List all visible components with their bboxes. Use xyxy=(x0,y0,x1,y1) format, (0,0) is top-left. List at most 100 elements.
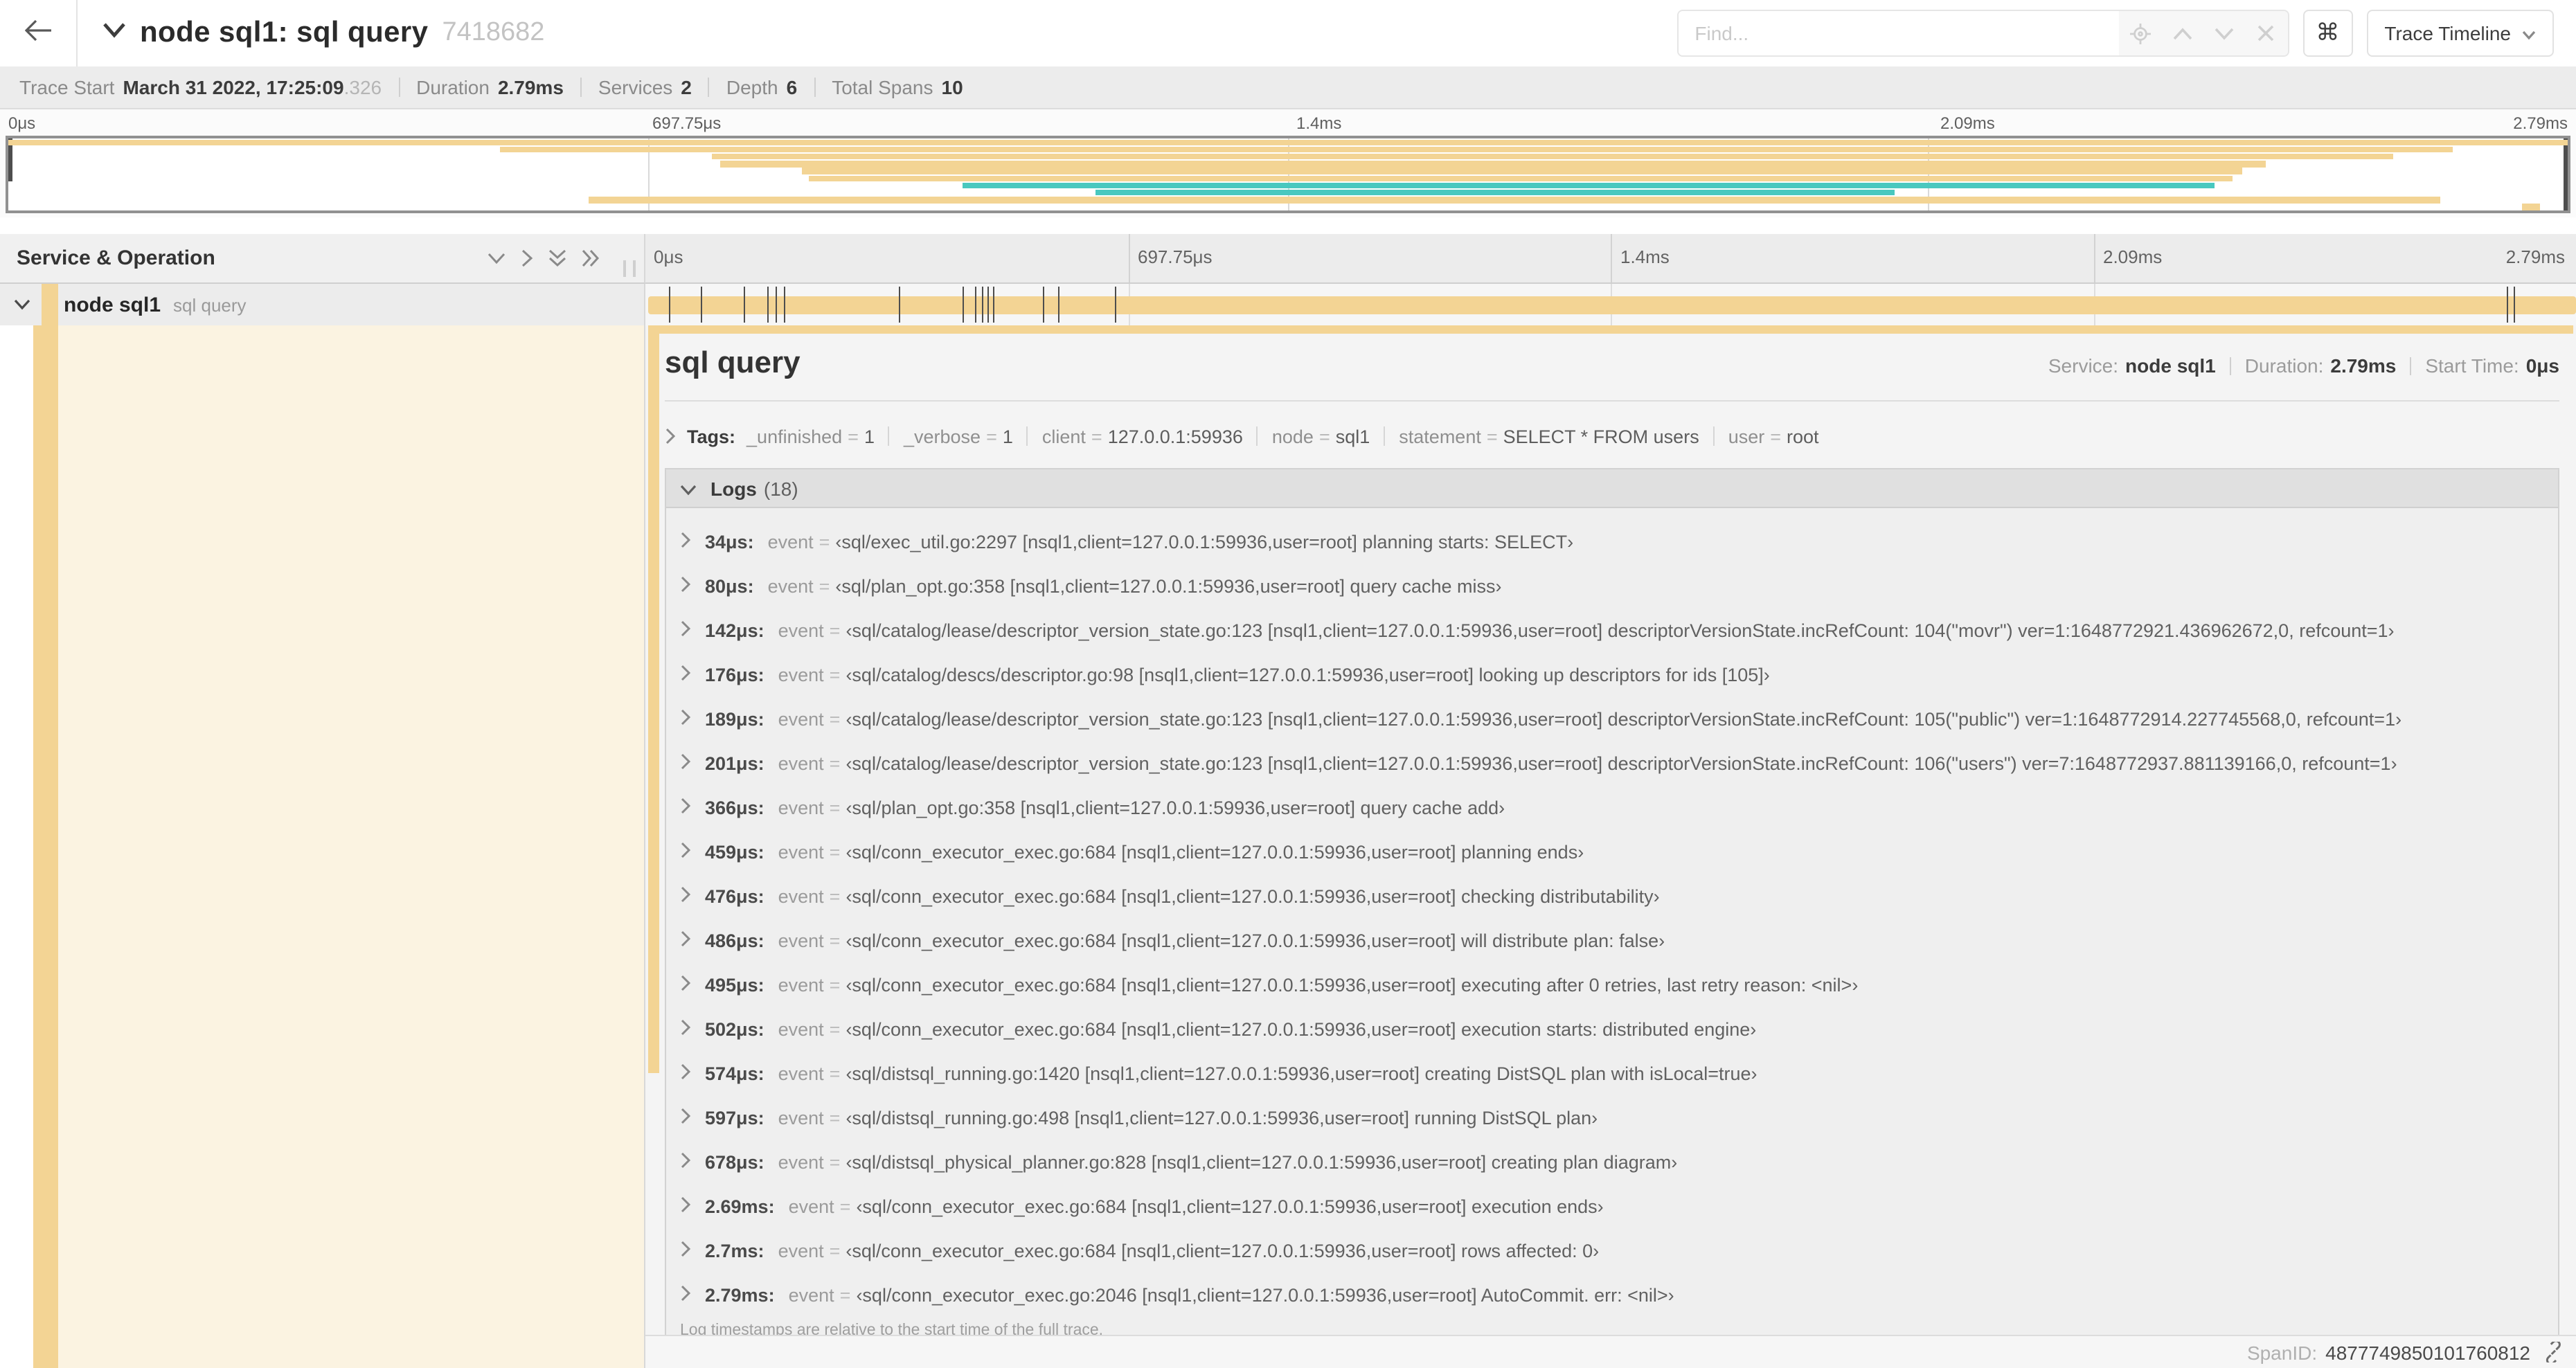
span-detail-row: sql query Service: node sql1 Duration: 2.79… xyxy=(0,325,2576,1368)
double-chevron-down-icon[interactable] xyxy=(548,249,566,267)
chevron-right-icon xyxy=(680,1107,691,1128)
log-entry-row[interactable]: 201μs: event = ‹sql/catalog/lease/descripto… xyxy=(666,741,2558,785)
tag-item: node = sql1 xyxy=(1243,426,1370,447)
minimap-span-bar xyxy=(1095,190,1895,196)
log-field-value: ‹sql/conn_executor_exec.go:684 [nsql1,cl… xyxy=(846,1018,1757,1039)
log-field-key: event xyxy=(778,974,824,995)
log-entry-row[interactable]: 486μs: event = ‹sql/conn_executor_exec.go:6… xyxy=(666,918,2558,962)
span-detail-panel: sql query Service: node sql1 Duration: 2.79… xyxy=(665,345,2559,1351)
tag-value: sql1 xyxy=(1335,426,1370,447)
log-entry-row[interactable]: 2.7ms: event = ‹sql/conn_executor_exec.go:6… xyxy=(666,1228,2558,1272)
log-entry-row[interactable]: 2.69ms: event = ‹sql/conn_executor_exec.go:… xyxy=(666,1184,2558,1228)
log-entry-row[interactable]: 34μs: event = ‹sql/exec_util.go:2297 [nsql1… xyxy=(666,519,2558,564)
log-timestamp: 34μs: xyxy=(705,531,754,552)
chevron-down-icon[interactable] xyxy=(14,299,30,310)
chevron-right-icon xyxy=(680,797,691,818)
summary-label: Duration xyxy=(416,76,490,98)
span-row-bar-cell[interactable] xyxy=(645,284,2576,325)
column-resizer-handle[interactable] xyxy=(623,260,636,277)
trace-view-dropdown[interactable]: Trace Timeline xyxy=(2366,10,2554,57)
minimap-span-bar xyxy=(499,146,2453,153)
log-entry-row[interactable]: 574μs: event = ‹sql/distsql_running.go:1420… xyxy=(666,1051,2558,1095)
chevron-down-icon[interactable] xyxy=(2212,22,2235,44)
equals-sign: = xyxy=(829,885,841,906)
summary-value: 6 xyxy=(786,76,798,98)
span-duration-bar[interactable] xyxy=(648,296,2576,314)
tag-key: user xyxy=(1728,426,1765,447)
chevron-right-icon xyxy=(680,1240,691,1261)
detail-divider xyxy=(665,400,2559,402)
chevron-up-icon[interactable] xyxy=(2171,22,2193,44)
chevron-right-icon xyxy=(680,708,691,729)
minimap-tick-label: 2.79ms xyxy=(2513,114,2568,133)
log-entry-row[interactable]: 502μs: event = ‹sql/conn_executor_exec.go:6… xyxy=(666,1007,2558,1051)
chevron-right-icon xyxy=(680,664,691,685)
span-id-row: SpanID: 4877749850101760812 xyxy=(645,1335,2576,1368)
summary-value: 2.79ms xyxy=(497,76,564,98)
find-group xyxy=(1676,10,2289,57)
log-event-tick xyxy=(784,287,786,323)
log-field-key: event xyxy=(788,1196,834,1216)
find-input[interactable] xyxy=(1678,11,2119,55)
log-timestamp: 495μs: xyxy=(705,974,764,995)
log-field-key: event xyxy=(778,841,824,862)
chevron-right-icon[interactable] xyxy=(521,249,533,267)
timeline-header-row: Service & Operation 0μs 697.75μs 1.4ms 2.09… xyxy=(0,234,2576,284)
chevron-down-icon xyxy=(680,477,697,499)
log-entry-row[interactable]: 2.79ms: event = ‹sql/conn_executor_exec.go:… xyxy=(666,1272,2558,1317)
log-event-tick xyxy=(981,287,983,323)
top-bar-actions: ⌘ Trace Timeline xyxy=(1676,10,2554,57)
log-entry-row[interactable]: 176μs: event = ‹sql/catalog/descs/descripto… xyxy=(666,652,2558,696)
log-field-value: ‹sql/conn_executor_exec.go:684 [nsql1,cl… xyxy=(846,1240,1600,1261)
log-field-value: ‹sql/conn_executor_exec.go:684 [nsql1,cl… xyxy=(846,841,1584,862)
keyboard-shortcuts-button[interactable]: ⌘ xyxy=(2302,10,2353,57)
chevron-down-icon[interactable] xyxy=(102,21,126,46)
locate-icon[interactable] xyxy=(2129,22,2152,44)
log-entry-row[interactable]: 459μs: event = ‹sql/conn_executor_exec.go:6… xyxy=(666,829,2558,874)
log-entry-row[interactable]: 189μs: event = ‹sql/catalog/lease/descripto… xyxy=(666,696,2558,741)
minimap-span-bar xyxy=(719,161,2266,168)
log-field-value: ‹sql/conn_executor_exec.go:684 [nsql1,cl… xyxy=(846,974,1859,995)
back-button[interactable] xyxy=(0,0,78,66)
log-entry-row[interactable]: 495μs: event = ‹sql/conn_executor_exec.go:6… xyxy=(666,962,2558,1007)
minimap-span-bar xyxy=(589,197,2440,204)
equals-sign: = xyxy=(848,426,859,447)
tags-row[interactable]: Tags: _unfinished = 1 _verbose = 1 client = 127.… xyxy=(665,418,2559,454)
tag-item: statement = SELECT * FROM users xyxy=(1370,426,1699,447)
log-timestamp: 366μs: xyxy=(705,797,764,818)
log-event-tick xyxy=(963,287,965,323)
equals-sign: = xyxy=(829,708,841,729)
minimap-tick-labels: 0μs 697.75μs 1.4ms 2.09ms 2.79ms xyxy=(0,109,2576,136)
detail-left-accent-bar xyxy=(648,325,659,1073)
span-id-value: 4877749850101760812 xyxy=(2325,1341,2530,1363)
link-icon[interactable] xyxy=(2541,1342,2562,1362)
log-event-tick xyxy=(1042,287,1044,323)
tag-item: _verbose = 1 xyxy=(875,426,1013,447)
log-event-tick xyxy=(776,287,778,323)
minimap-canvas[interactable] xyxy=(6,136,2570,213)
log-entry-row[interactable]: 678μs: event = ‹sql/distsql_physical_planne… xyxy=(666,1140,2558,1184)
log-entry-row[interactable]: 476μs: event = ‹sql/conn_executor_exec.go:6… xyxy=(666,874,2558,918)
logs-header[interactable]: Logs (18) xyxy=(666,469,2558,508)
detail-row-span-accent xyxy=(33,325,58,1368)
equals-sign: = xyxy=(1318,426,1330,447)
chevron-down-icon[interactable] xyxy=(488,252,506,264)
chevron-right-icon xyxy=(680,1196,691,1216)
log-entry-row[interactable]: 142μs: event = ‹sql/catalog/lease/descripto… xyxy=(666,608,2558,652)
timeline-ruler: 0μs 697.75μs 1.4ms 2.09ms 2.79ms xyxy=(645,234,2576,284)
trace-title-wrap: node sql1: sql query 7418682 xyxy=(102,17,544,50)
log-field-key: event xyxy=(778,1063,824,1083)
log-entry-row[interactable]: 366μs: event = ‹sql/plan_opt.go:358 [nsql1,… xyxy=(666,785,2558,829)
equals-sign: = xyxy=(1091,426,1102,447)
log-field-key: event xyxy=(778,620,824,640)
log-entry-row[interactable]: 80μs: event = ‹sql/plan_opt.go:358 [nsql1,c… xyxy=(666,564,2558,608)
span-row-name-cell[interactable]: node sql1 sql query xyxy=(0,284,645,325)
log-field-value: ‹sql/conn_executor_exec.go:684 [nsql1,cl… xyxy=(856,1196,1604,1216)
minimap-right-scrubber[interactable] xyxy=(2564,138,2568,210)
log-event-tick xyxy=(700,287,702,323)
log-timestamp: 80μs: xyxy=(705,575,754,596)
chevron-right-icon xyxy=(680,1284,691,1305)
clear-x-icon[interactable] xyxy=(2254,22,2276,44)
log-entry-row[interactable]: 597μs: event = ‹sql/distsql_running.go:498 … xyxy=(666,1095,2558,1140)
double-chevron-right-icon[interactable] xyxy=(582,249,600,267)
